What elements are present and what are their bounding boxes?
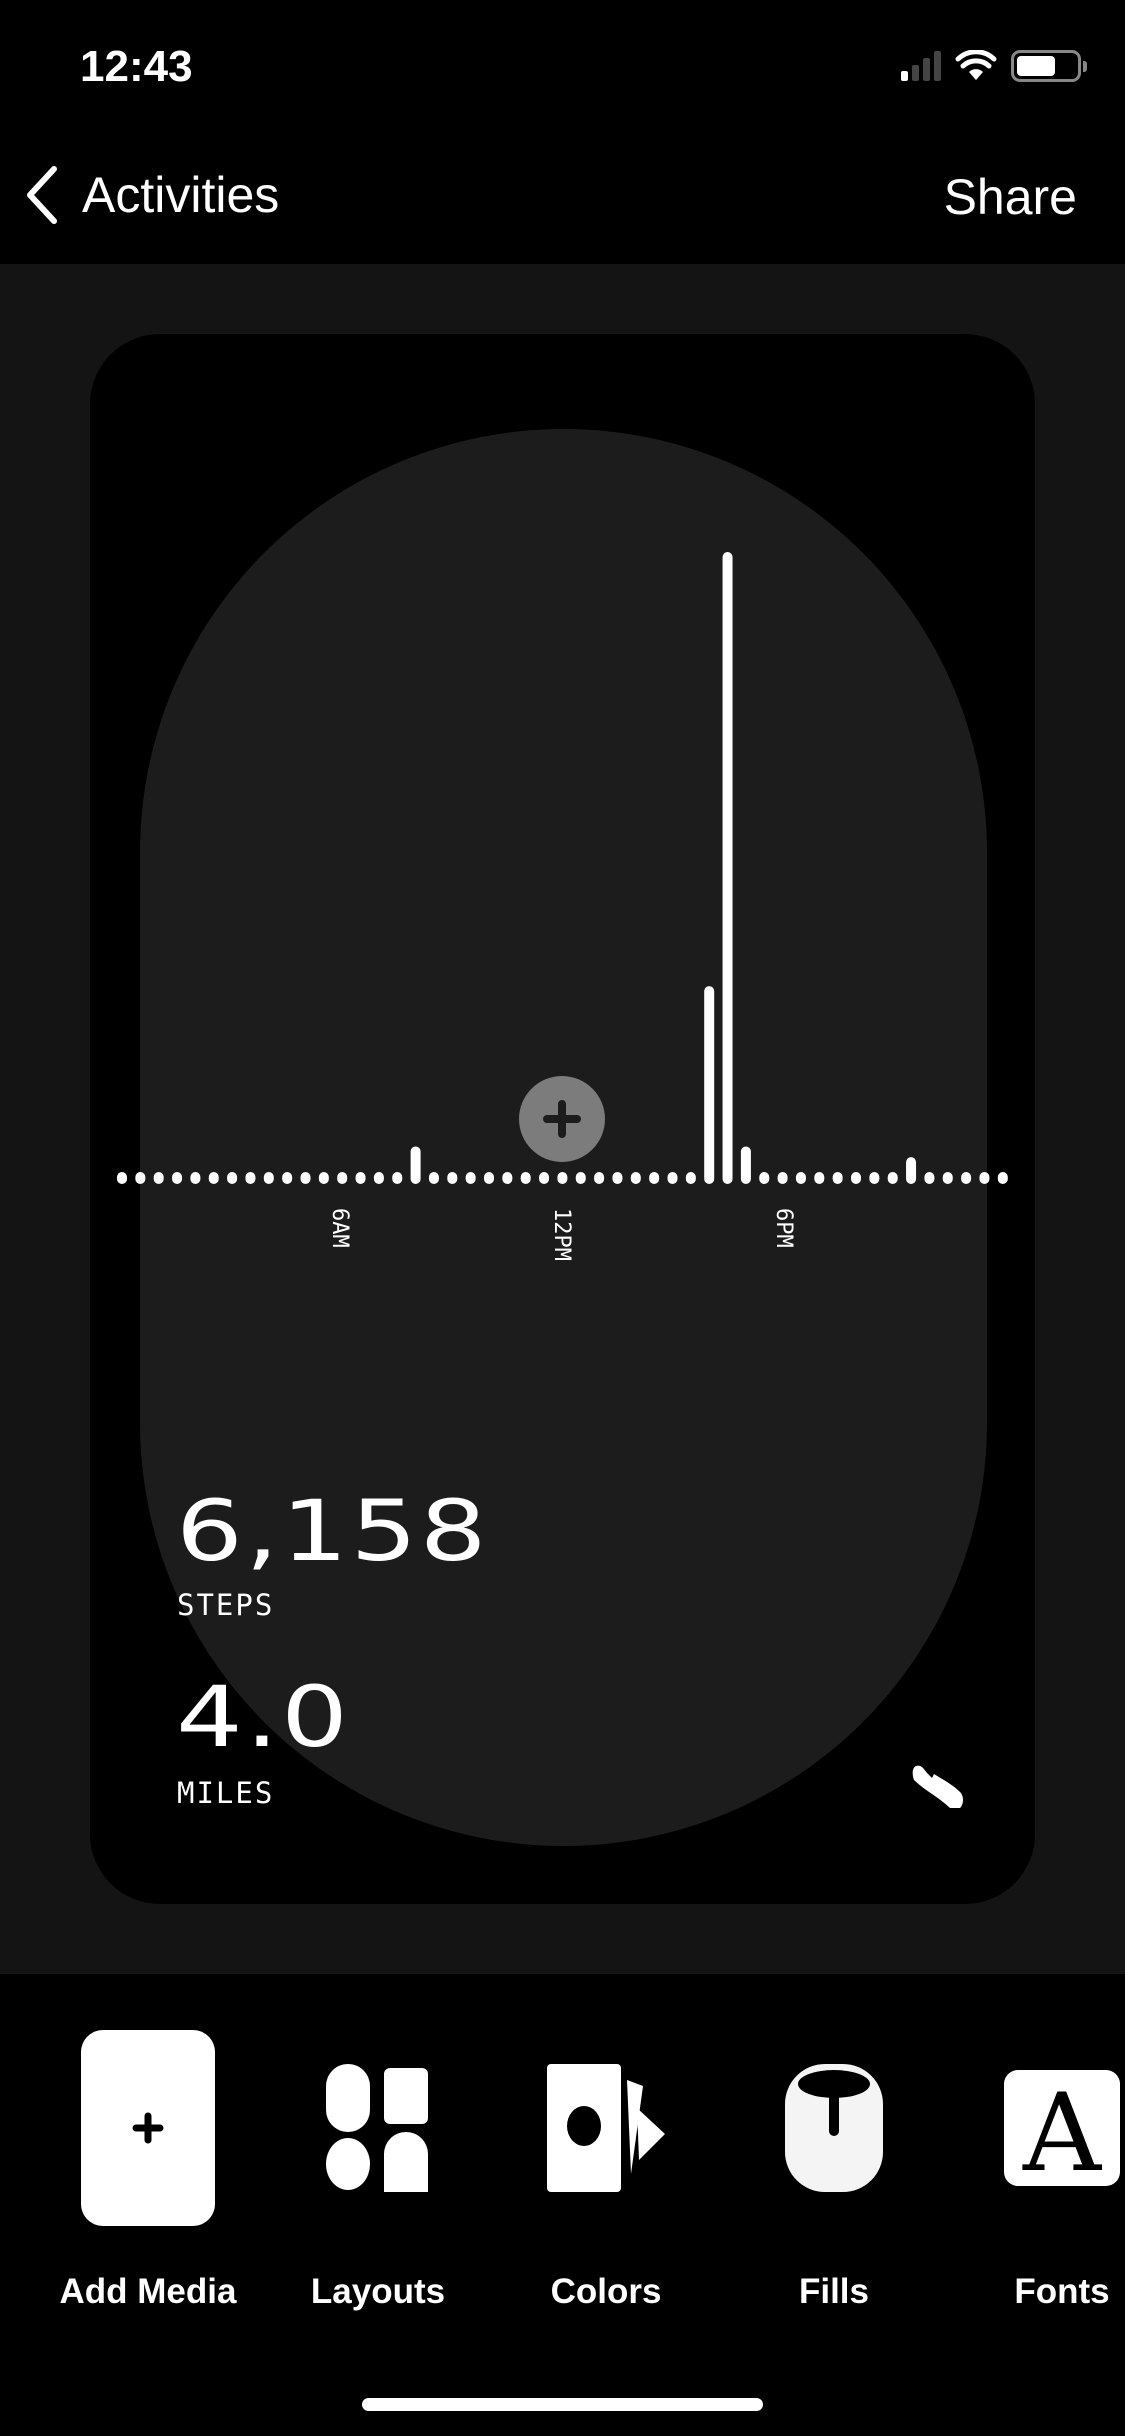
- layouts-icon: [326, 2064, 428, 2192]
- signal-icon: [901, 51, 941, 81]
- toolbar-layouts[interactable]: Layouts: [273, 2028, 483, 2312]
- distance-value: 4.0: [176, 1668, 351, 1766]
- toolbar-label: Layouts: [310, 2272, 446, 2311]
- toolbar-add-media[interactable]: Add Media: [43, 2028, 253, 2312]
- back-button[interactable]: Activities: [24, 165, 279, 225]
- toolbar-colors[interactable]: Colors: [501, 2028, 711, 2312]
- home-indicator[interactable]: [362, 2398, 763, 2411]
- colors-icon: [547, 2064, 665, 2192]
- distance-label: MILES: [177, 1776, 275, 1810]
- toolbar-label: Fonts: [1014, 2272, 1110, 2311]
- status-icons: [901, 50, 1087, 82]
- toolbar-label: Fills: [798, 2272, 870, 2311]
- tick-label-6am: 6AM: [327, 1208, 352, 1248]
- add-media-icon: [81, 2030, 215, 2226]
- wifi-icon: [955, 50, 997, 80]
- add-button[interactable]: [519, 1076, 605, 1162]
- fills-icon: [785, 2064, 883, 2192]
- steps-value: 6,158: [176, 1482, 490, 1580]
- status-time: 12:43: [80, 42, 193, 91]
- tick-label-6pm: 6PM: [771, 1208, 796, 1248]
- steps-label: STEPS: [177, 1588, 275, 1622]
- svg-text:A: A: [1022, 2071, 1103, 2186]
- toolbar-label: Add Media: [59, 2272, 237, 2311]
- sneaker-icon: [912, 1765, 963, 1808]
- chevron-left-icon: [27, 166, 57, 224]
- plus-icon: [543, 1100, 581, 1138]
- toolbar-fills[interactable]: Fills: [729, 2028, 939, 2312]
- back-label: Activities: [82, 167, 280, 223]
- fonts-icon: A: [1004, 2070, 1120, 2186]
- toolbar-fonts[interactable]: A Fonts: [957, 2028, 1125, 2312]
- battery-icon: [1011, 50, 1087, 82]
- toolbar-label: Colors: [550, 2272, 662, 2311]
- share-button[interactable]: Share: [944, 168, 1077, 226]
- tick-label-12pm: 12PM: [549, 1208, 574, 1261]
